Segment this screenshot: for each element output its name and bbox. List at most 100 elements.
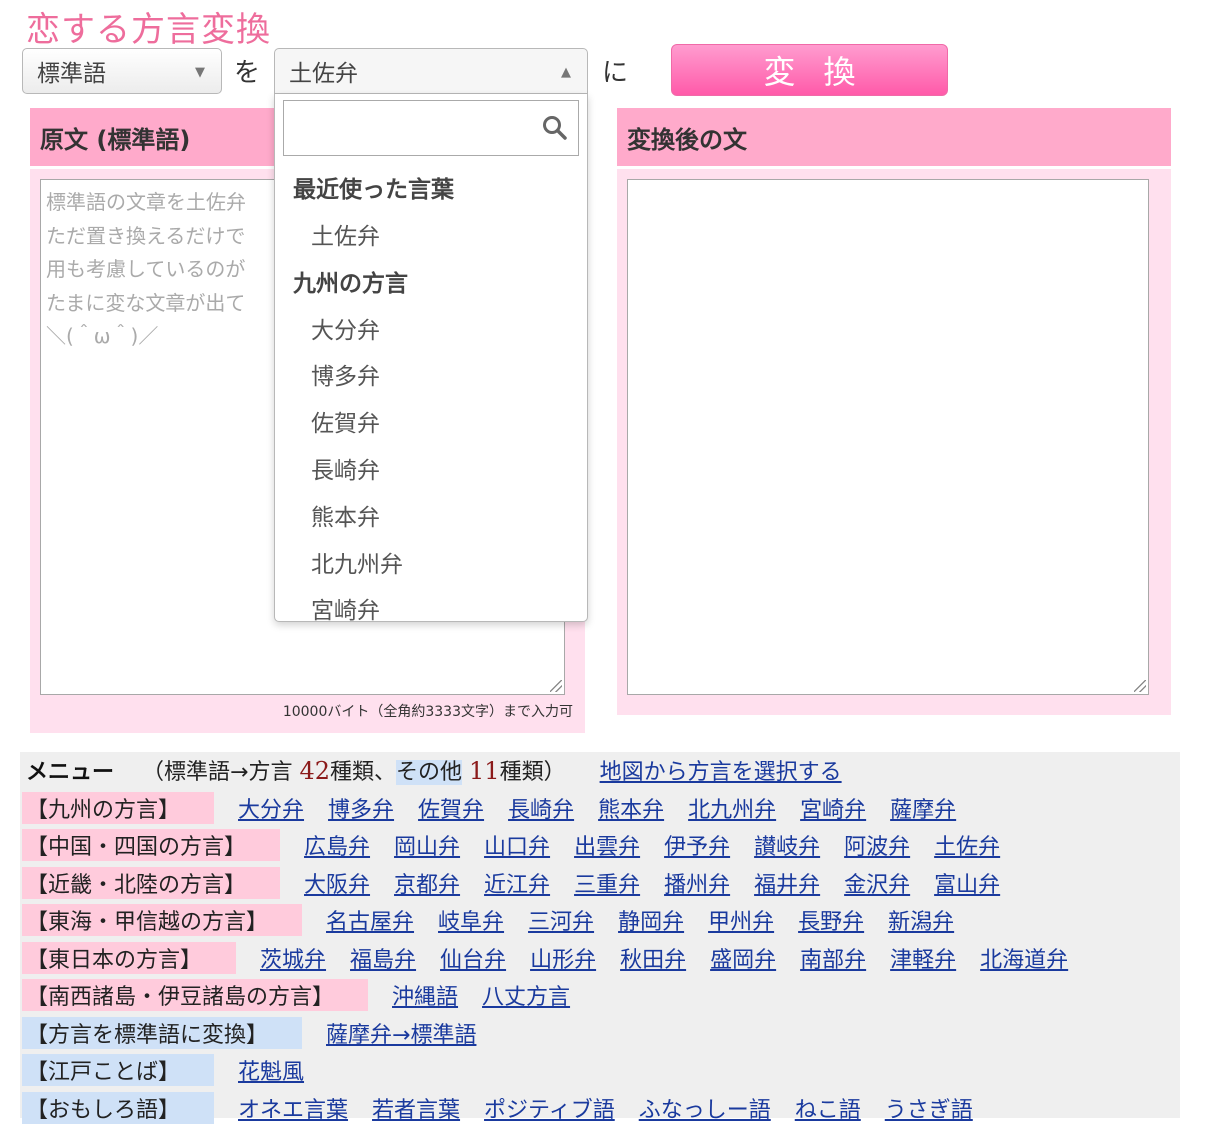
dialect-link[interactable]: 博多弁 <box>328 792 394 824</box>
menu-category-label: 【九州の方言】 <box>22 791 215 824</box>
menu-row: 【方言を標準語に変換】 薩摩弁→標準語 <box>20 1015 476 1051</box>
dialect-link[interactable]: 宮崎弁 <box>800 792 866 824</box>
convert-button[interactable]: 変換 <box>671 44 948 96</box>
menu-row: 【おもしろ語】 オネエ言葉 若者言葉 ポジティブ語 ふなっしー語 ねこ語 うさぎ語 <box>20 1090 973 1126</box>
dialect-link[interactable]: 津軽弁 <box>890 942 956 974</box>
count-prefix: （標準語→方言 <box>142 760 293 785</box>
dialect-link[interactable]: 山口弁 <box>484 829 550 861</box>
dialect-link[interactable]: 甲州弁 <box>708 904 774 936</box>
menu-row: 【南西諸島・伊豆諸島の方言】 沖縄語 八丈方言 <box>20 977 570 1013</box>
dropdown-option[interactable]: 北九州弁 <box>311 545 403 579</box>
placeholder-line: 用も考慮しているのが <box>46 257 246 281</box>
dialect-link[interactable]: 京都弁 <box>394 867 460 899</box>
dialect-link[interactable]: 金沢弁 <box>844 867 910 899</box>
dialect-link[interactable]: 沖縄語 <box>392 979 458 1011</box>
dialect-link[interactable]: ふなっしー語 <box>639 1092 771 1124</box>
menu-category-label: 【方言を標準語に変換】 <box>22 1016 303 1049</box>
target-dialect-value: 土佐弁 <box>289 61 358 87</box>
dialect-link[interactable]: 熊本弁 <box>598 792 664 824</box>
dialect-link[interactable]: 広島弁 <box>304 829 370 861</box>
dropdown-search-input[interactable] <box>283 100 579 156</box>
resize-handle-icon[interactable] <box>1134 680 1146 692</box>
chevron-down-icon: ▼ <box>195 65 205 80</box>
dialect-link[interactable]: 山形弁 <box>530 942 596 974</box>
target-dialect-select[interactable]: 土佐弁 ▲ <box>274 48 588 94</box>
menu-row: 【東日本の方言】 茨城弁 福島弁 仙台弁 山形弁 秋田弁 盛岡弁 南部弁 津軽弁 北海道弁 <box>20 940 1068 976</box>
dropdown-option[interactable]: 博多弁 <box>311 357 380 391</box>
dialect-link[interactable]: 播州弁 <box>664 867 730 899</box>
dialect-link[interactable]: 三重弁 <box>574 867 640 899</box>
dialect-link[interactable]: 花魁風 <box>238 1054 304 1086</box>
dialect-link[interactable]: ねこ語 <box>795 1092 861 1124</box>
menu-header: メニュー （標準語→方言 42種類、その他 11種類） 地図から方言を選択する <box>20 752 842 788</box>
dialect-link[interactable]: 佐賀弁 <box>418 792 484 824</box>
dialect-link[interactable]: 阿波弁 <box>844 829 910 861</box>
dialect-link[interactable]: 福島弁 <box>350 942 416 974</box>
dialect-link[interactable]: うさぎ語 <box>885 1092 973 1124</box>
dialect-link[interactable]: 岡山弁 <box>394 829 460 861</box>
dialect-link[interactable]: 盛岡弁 <box>710 942 776 974</box>
dialect-link[interactable]: 新潟弁 <box>888 904 954 936</box>
dropdown-option[interactable]: 土佐弁 <box>311 217 380 251</box>
dialect-dropdown: 最近使った言葉 土佐弁 九州の方言 大分弁 博多弁 佐賀弁 長崎弁 熊本弁 北九… <box>274 94 588 622</box>
app-title: 恋する方言変換 <box>26 10 271 50</box>
dialect-link[interactable]: 八丈方言 <box>482 979 570 1011</box>
menu-category-label: 【おもしろ語】 <box>22 1091 215 1124</box>
input-limit-note: 10000バイト（全角約3333文字）まで入力可 <box>282 704 573 720</box>
source-language-select[interactable]: 標準語 ▼ <box>22 48 222 94</box>
menu-category-label: 【東日本の方言】 <box>22 941 237 974</box>
dialect-link[interactable]: 三河弁 <box>528 904 594 936</box>
dialect-link[interactable]: 大阪弁 <box>304 867 370 899</box>
dialect-link[interactable]: 讃岐弁 <box>754 829 820 861</box>
menu-label: メニュー <box>26 760 115 785</box>
dialect-link[interactable]: 北海道弁 <box>980 942 1068 974</box>
resize-handle-icon[interactable] <box>550 680 562 692</box>
dropdown-option[interactable]: 長崎弁 <box>311 451 380 485</box>
menu-category-label: 【江戸ことば】 <box>22 1054 215 1086</box>
source-language-value: 標準語 <box>37 61 106 87</box>
dialect-link[interactable]: 薩摩弁→標準語 <box>326 1017 476 1049</box>
dialect-link[interactable]: 茨城弁 <box>260 942 326 974</box>
menu-row: 【江戸ことば】 花魁風 <box>20 1052 304 1088</box>
menu-category-label: 【南西諸島・伊豆諸島の方言】 <box>22 979 369 1011</box>
dialect-link[interactable]: 仙台弁 <box>440 942 506 974</box>
dialect-link[interactable]: 北九州弁 <box>688 792 776 824</box>
dialect-link[interactable]: 近江弁 <box>484 867 550 899</box>
dialect-link[interactable]: 長野弁 <box>798 904 864 936</box>
dialect-link[interactable]: 長崎弁 <box>508 792 574 824</box>
map-select-link[interactable]: 地図から方言を選択する <box>600 754 842 786</box>
result-textarea[interactable] <box>627 179 1149 695</box>
dialect-menu: メニュー （標準語→方言 42種類、その他 11種類） 地図から方言を選択する … <box>20 752 1180 1124</box>
dialect-link[interactable]: 薩摩弁 <box>890 792 956 824</box>
dropdown-option[interactable]: 宮崎弁 <box>311 591 380 621</box>
dropdown-option[interactable]: 大分弁 <box>311 311 380 345</box>
dropdown-group-kyushu: 九州の方言 <box>293 271 408 297</box>
dialect-link[interactable]: 富山弁 <box>934 867 1000 899</box>
dropdown-group-recent: 最近使った言葉 <box>293 177 454 203</box>
joiner-ni: に <box>602 58 629 88</box>
dialect-link[interactable]: 静岡弁 <box>618 904 684 936</box>
menu-row: 【九州の方言】 大分弁 博多弁 佐賀弁 長崎弁 熊本弁 北九州弁 宮崎弁 薩摩弁 <box>20 790 956 826</box>
placeholder-line: 標準語の文章を土佐弁 <box>46 190 246 214</box>
placeholder-line: たまに変な文章が出て <box>46 290 246 315</box>
result-panel-title: 変換後の文 <box>617 108 1171 166</box>
dialect-link[interactable]: 土佐弁 <box>934 829 1000 861</box>
dropdown-option[interactable]: 熊本弁 <box>311 498 380 532</box>
dialect-link[interactable]: 名古屋弁 <box>326 904 414 936</box>
dialect-link[interactable]: 南部弁 <box>800 942 866 974</box>
dialect-link[interactable]: ポジティブ語 <box>484 1092 615 1124</box>
dialect-link[interactable]: 秋田弁 <box>620 942 686 974</box>
menu-row: 【中国・四国の方言】 広島弁 岡山弁 山口弁 出雲弁 伊予弁 讃岐弁 阿波弁 土佐弁 <box>20 827 1000 863</box>
dialect-link[interactable]: オネエ言葉 <box>238 1092 348 1124</box>
count-mid: 種類、 <box>330 760 397 785</box>
chevron-up-icon: ▲ <box>561 65 571 80</box>
dialect-link[interactable]: 出雲弁 <box>574 829 640 861</box>
dropdown-option[interactable]: 佐賀弁 <box>311 404 380 438</box>
menu-row: 【近畿・北陸の方言】 大阪弁 京都弁 近江弁 三重弁 播州弁 福井弁 金沢弁 富山弁 <box>20 865 1000 901</box>
source-placeholder: 標準語の文章を土佐弁 ただ置き換えるだけで 用も考慮しているのが たまに変な文章が出て… <box>46 186 276 354</box>
dialect-link[interactable]: 福井弁 <box>754 867 820 899</box>
dialect-link[interactable]: 伊予弁 <box>664 829 730 861</box>
dialect-link[interactable]: 若者言葉 <box>372 1092 460 1124</box>
dialect-link[interactable]: 岐阜弁 <box>438 904 504 936</box>
dialect-link[interactable]: 大分弁 <box>238 792 304 824</box>
